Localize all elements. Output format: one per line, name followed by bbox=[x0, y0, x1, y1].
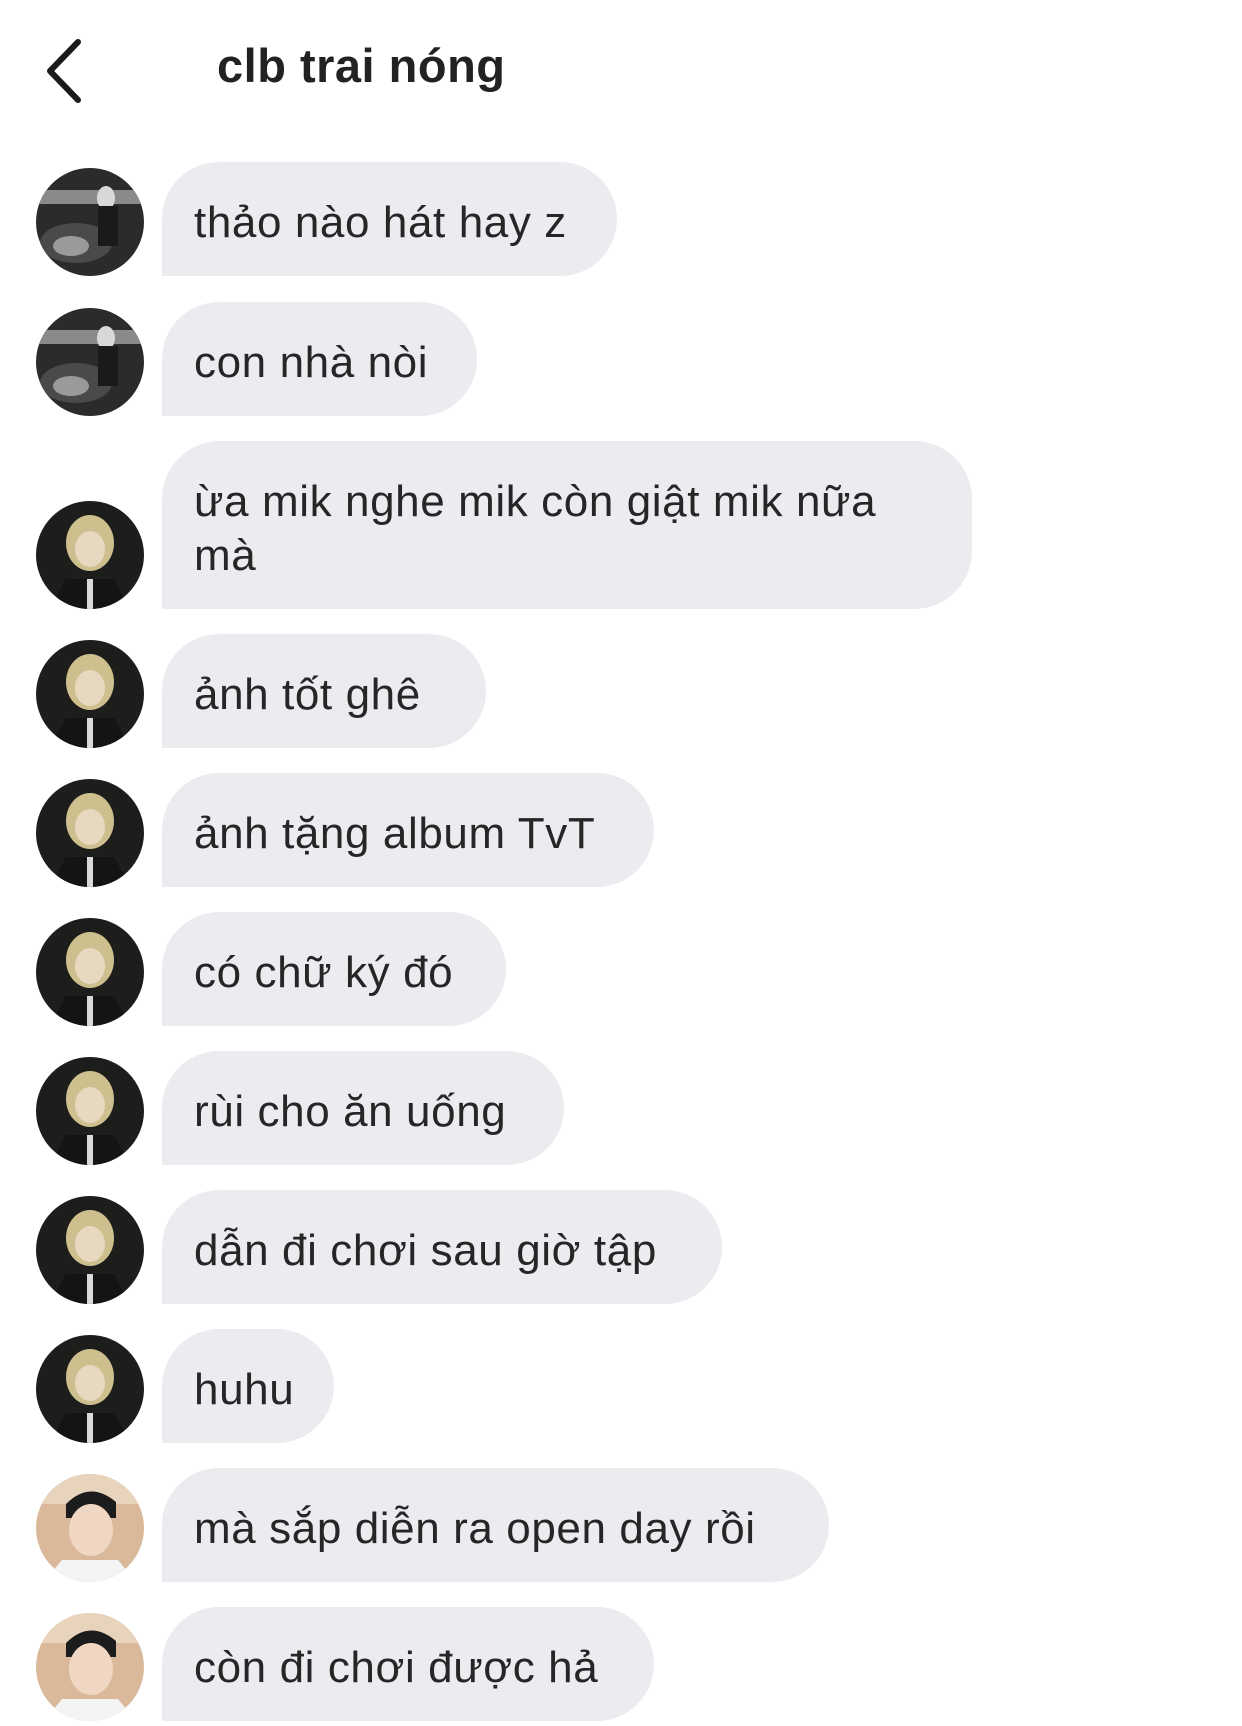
avatar[interactable] bbox=[36, 1613, 144, 1721]
message-text: huhu bbox=[194, 1365, 295, 1414]
message-bubble[interactable]: có chữ ký đó bbox=[162, 912, 506, 1026]
message-text: mà sắp diễn ra open day rồi bbox=[194, 1504, 756, 1553]
avatar[interactable] bbox=[36, 640, 144, 748]
message-text: thảo nào hát hay z bbox=[194, 198, 567, 247]
avatar[interactable] bbox=[36, 1474, 144, 1582]
avatar[interactable] bbox=[36, 1335, 144, 1443]
message-text: dẫn đi chơi sau giờ tập bbox=[194, 1226, 657, 1275]
message-bubble[interactable]: dẫn đi chơi sau giờ tập bbox=[162, 1190, 722, 1304]
message-text: rùi cho ăn uống bbox=[194, 1087, 507, 1136]
message-bubble[interactable]: thảo nào hát hay z bbox=[162, 162, 617, 276]
message-text: còn đi chơi được hả bbox=[194, 1643, 599, 1692]
message-bubble[interactable]: ảnh tặng album TvT bbox=[162, 773, 654, 887]
message-text: ảnh tặng album TvT bbox=[194, 809, 596, 858]
avatar[interactable] bbox=[36, 779, 144, 887]
avatar[interactable] bbox=[36, 1057, 144, 1165]
avatar[interactable] bbox=[36, 501, 144, 609]
message-bubble[interactable]: ảnh tốt ghê bbox=[162, 634, 486, 748]
message-bubble[interactable]: mà sắp diễn ra open day rồi bbox=[162, 1468, 829, 1582]
message-bubble[interactable]: huhu bbox=[162, 1329, 334, 1443]
message-bubble[interactable]: rùi cho ăn uống bbox=[162, 1051, 564, 1165]
message-text: ừa mik nghe mik còn giật mik nữa mà bbox=[194, 477, 877, 580]
avatar[interactable] bbox=[36, 1196, 144, 1304]
message-bubble[interactable]: ừa mik nghe mik còn giật mik nữa mà bbox=[162, 441, 972, 609]
message-list: thảo nào hát hay z con nhà nòi ừa mik ng… bbox=[0, 0, 1242, 1726]
message-bubble[interactable]: con nhà nòi bbox=[162, 302, 477, 416]
avatar[interactable] bbox=[36, 308, 144, 416]
message-text: ảnh tốt ghê bbox=[194, 670, 421, 719]
avatar[interactable] bbox=[36, 168, 144, 276]
message-bubble[interactable]: còn đi chơi được hả bbox=[162, 1607, 654, 1721]
avatar[interactable] bbox=[36, 918, 144, 1026]
message-text: có chữ ký đó bbox=[194, 948, 454, 997]
message-text: con nhà nòi bbox=[194, 338, 429, 387]
